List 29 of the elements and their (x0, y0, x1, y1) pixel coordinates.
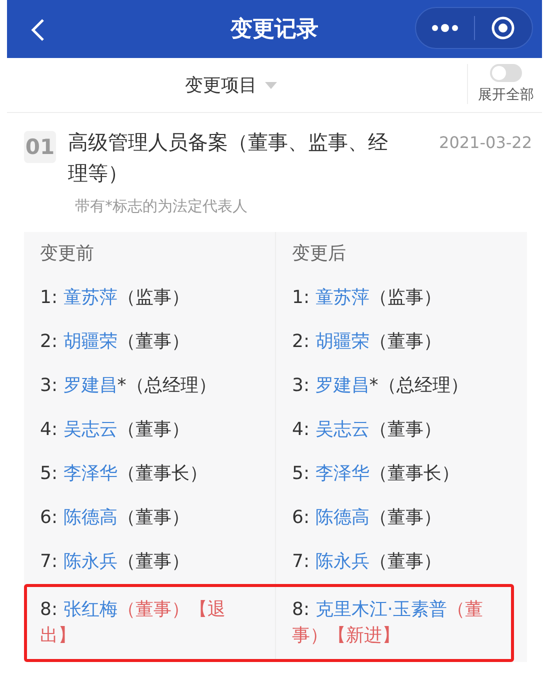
table-cell-text: 4: 吴志云（董事） (39, 418, 190, 442)
filter-dropdown[interactable]: 变更项目 (185, 73, 277, 97)
table-cell: 8: 克里木江·玉素普（董事）【新进】 (275, 584, 527, 662)
table-cell: 1: 童苏萍（监事） (275, 276, 527, 320)
page-title: 变更记录 (230, 16, 318, 44)
column-header: 变更后 (275, 232, 527, 276)
toggle-label: 展开全部 (478, 86, 534, 104)
record-title: 高级管理人员备案（董事、监事、经理等） (68, 129, 389, 187)
table-cell-text: 7: 陈永兵（董事） (39, 550, 190, 574)
table-cell-text: 5: 李泽华（董事长） (39, 462, 208, 486)
table-cell: 6: 陈德高（董事） (275, 496, 527, 540)
table-cell: 4: 吴志云（董事） (275, 408, 527, 452)
record-date: 2021-03-22 (439, 133, 532, 154)
table-cell: 3: 罗建昌*（总经理） (275, 364, 527, 408)
table-cell-text: 6: 陈德高（董事） (39, 506, 190, 530)
record-note: 带有*标志的为法定代表人 (75, 197, 248, 216)
caret-icon (265, 82, 277, 88)
column-header: 变更前 (39, 242, 95, 266)
back-icon[interactable] (31, 18, 45, 42)
table-cell-text: 2: 胡疆荣（董事） (39, 330, 190, 354)
table-cell-text: 1: 童苏萍（监事） (39, 286, 190, 310)
toggle-switch[interactable] (490, 64, 522, 82)
table-cell-text: 8: 张红梅（董事）【退出】 (39, 598, 226, 648)
more-icon[interactable] (430, 24, 459, 32)
record-number: 01 (24, 131, 56, 163)
table-cell-text: 3: 罗建昌*（总经理） (39, 374, 218, 398)
table-cell: 5: 李泽华（董事长） (275, 452, 527, 496)
table-cell: 2: 胡疆荣（董事） (275, 320, 527, 364)
table-cell: 7: 陈永兵（董事） (275, 540, 527, 584)
